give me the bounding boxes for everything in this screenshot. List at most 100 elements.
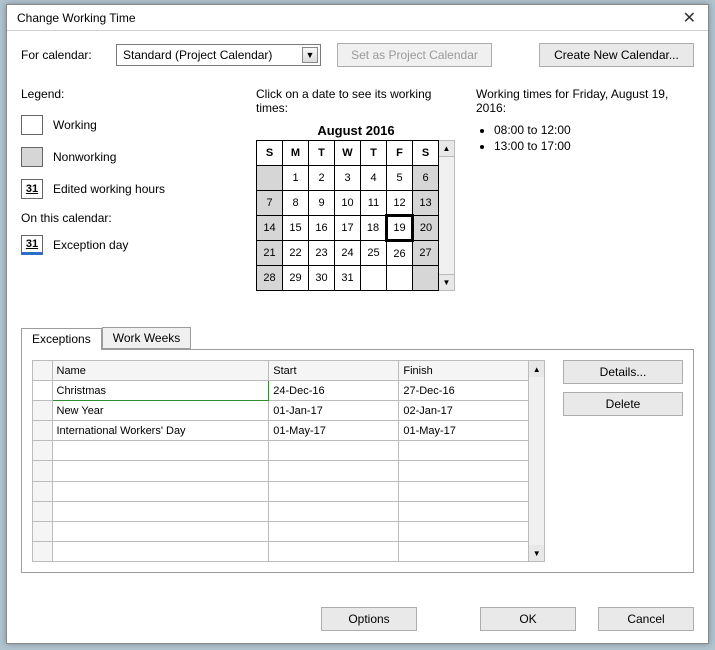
exception-row[interactable] <box>33 541 529 561</box>
exception-cell-name[interactable] <box>52 521 269 541</box>
calendar-dow-header: W <box>335 141 361 166</box>
scroll-up-icon[interactable]: ▲ <box>529 361 544 377</box>
scroll-down-icon[interactable]: ▼ <box>439 274 454 290</box>
exception-cell-start[interactable] <box>269 481 399 501</box>
legend-nonworking-label: Nonworking <box>53 150 116 164</box>
calendar-day-cell[interactable]: 23 <box>309 241 335 266</box>
calendar-day-cell[interactable]: 19 <box>387 216 413 241</box>
exception-cell-start[interactable] <box>269 501 399 521</box>
close-icon[interactable]: ✕ <box>677 8 702 28</box>
calendar-day-cell[interactable]: 4 <box>361 166 387 191</box>
calendar-day-cell[interactable]: 11 <box>361 191 387 216</box>
calendar-day-cell[interactable]: 30 <box>309 266 335 291</box>
exception-cell-finish[interactable] <box>399 501 529 521</box>
exception-cell-start[interactable] <box>269 461 399 481</box>
legend-heading: Legend: <box>21 87 236 101</box>
scroll-down-icon[interactable]: ▼ <box>529 545 544 561</box>
ok-button[interactable]: OK <box>480 607 576 631</box>
exception-cell-name[interactable] <box>52 461 269 481</box>
exception-row[interactable] <box>33 441 529 461</box>
exceptions-header-finish[interactable]: Finish <box>399 361 529 381</box>
calendar-day-cell[interactable]: 15 <box>283 216 309 241</box>
exception-cell-finish[interactable] <box>399 481 529 501</box>
calendar-day-cell[interactable]: 1 <box>283 166 309 191</box>
calendar-dow-header: S <box>257 141 283 166</box>
exception-row[interactable] <box>33 521 529 541</box>
calendar-day-cell[interactable]: 29 <box>283 266 309 291</box>
exceptions-table[interactable]: NameStartFinishChristmas24-Dec-1627-Dec-… <box>32 360 529 562</box>
exception-cell-start[interactable] <box>269 441 399 461</box>
calendar-day-cell[interactable]: 16 <box>309 216 335 241</box>
exception-cell-start[interactable]: 24-Dec-16 <box>269 381 399 401</box>
exception-cell-name[interactable]: Christmas <box>52 381 269 401</box>
exception-row[interactable]: International Workers' Day01-May-1701-Ma… <box>33 421 529 441</box>
exception-cell-name[interactable]: New Year <box>52 401 269 421</box>
calendar-day-cell[interactable]: 17 <box>335 216 361 241</box>
legend-working-label: Working <box>53 118 97 132</box>
exception-cell-finish[interactable] <box>399 541 529 561</box>
exception-row[interactable]: Christmas24-Dec-1627-Dec-16 <box>33 381 529 401</box>
exceptions-header-name[interactable]: Name <box>52 361 269 381</box>
exception-cell-finish[interactable] <box>399 521 529 541</box>
calendar-day-cell[interactable]: 21 <box>257 241 283 266</box>
calendar-day-cell[interactable]: 27 <box>413 241 439 266</box>
calendar-select[interactable]: Standard (Project Calendar) ▼ <box>116 44 321 66</box>
calendar-day-cell[interactable]: 18 <box>361 216 387 241</box>
exception-cell-start[interactable] <box>269 521 399 541</box>
calendar-day-cell[interactable]: 6 <box>413 166 439 191</box>
calendar-day-cell[interactable]: 7 <box>257 191 283 216</box>
calendar-day-cell[interactable]: 28 <box>257 266 283 291</box>
exception-cell-start[interactable]: 01-May-17 <box>269 421 399 441</box>
calendar-day-cell <box>361 266 387 291</box>
tab-work-weeks[interactable]: Work Weeks <box>102 327 192 349</box>
exception-row[interactable] <box>33 461 529 481</box>
delete-button[interactable]: Delete <box>563 392 683 416</box>
exception-row[interactable] <box>33 481 529 501</box>
working-times-heading: Working times for Friday, August 19, 201… <box>476 87 694 115</box>
exception-cell-start[interactable]: 01-Jan-17 <box>269 401 399 421</box>
exceptions-header-start[interactable]: Start <box>269 361 399 381</box>
for-calendar-label: For calendar: <box>21 48 106 62</box>
create-new-calendar-button[interactable]: Create New Calendar... <box>539 43 694 67</box>
calendar-dow-header: F <box>387 141 413 166</box>
exception-cell-finish[interactable]: 01-May-17 <box>399 421 529 441</box>
calendar-day-cell[interactable]: 2 <box>309 166 335 191</box>
exception-cell-name[interactable] <box>52 541 269 561</box>
exception-row[interactable] <box>33 501 529 521</box>
calendar-day-cell[interactable]: 8 <box>283 191 309 216</box>
exceptions-scrollbar[interactable]: ▲ ▼ <box>529 360 545 562</box>
exception-row[interactable]: New Year01-Jan-1702-Jan-17 <box>33 401 529 421</box>
exception-cell-name[interactable] <box>52 481 269 501</box>
legend-edited-swatch: 31 <box>21 179 43 199</box>
exception-cell-finish[interactable]: 27-Dec-16 <box>399 381 529 401</box>
scroll-up-icon[interactable]: ▲ <box>439 141 454 157</box>
calendar-day-cell[interactable]: 20 <box>413 216 439 241</box>
calendar-day-cell[interactable]: 31 <box>335 266 361 291</box>
exception-cell-finish[interactable] <box>399 441 529 461</box>
cancel-button[interactable]: Cancel <box>598 607 694 631</box>
exception-cell-name[interactable] <box>52 501 269 521</box>
calendar-scrollbar[interactable]: ▲ ▼ <box>439 140 455 291</box>
exception-cell-name[interactable] <box>52 441 269 461</box>
exception-cell-name[interactable]: International Workers' Day <box>52 421 269 441</box>
options-button[interactable]: Options <box>321 607 417 631</box>
calendar-day-cell[interactable]: 24 <box>335 241 361 266</box>
calendar-day-cell[interactable]: 5 <box>387 166 413 191</box>
calendar-day-cell[interactable]: 25 <box>361 241 387 266</box>
calendar-day-cell[interactable]: 12 <box>387 191 413 216</box>
calendar-grid[interactable]: SMTWTFS123456789101112131415161718192021… <box>256 140 439 291</box>
calendar-day-cell[interactable]: 3 <box>335 166 361 191</box>
dialog-title: Change Working Time <box>17 11 136 25</box>
calendar-day-cell[interactable]: 26 <box>387 241 413 266</box>
calendar-day-cell[interactable]: 13 <box>413 191 439 216</box>
calendar-day-cell[interactable]: 22 <box>283 241 309 266</box>
details-button[interactable]: Details... <box>563 360 683 384</box>
exception-cell-finish[interactable]: 02-Jan-17 <box>399 401 529 421</box>
calendar-day-cell[interactable]: 9 <box>309 191 335 216</box>
exception-cell-finish[interactable] <box>399 461 529 481</box>
calendar-day-cell[interactable]: 10 <box>335 191 361 216</box>
exception-cell-start[interactable] <box>269 541 399 561</box>
calendar-month-title: August 2016 <box>256 123 456 138</box>
calendar-day-cell[interactable]: 14 <box>257 216 283 241</box>
tab-exceptions[interactable]: Exceptions <box>21 328 102 350</box>
